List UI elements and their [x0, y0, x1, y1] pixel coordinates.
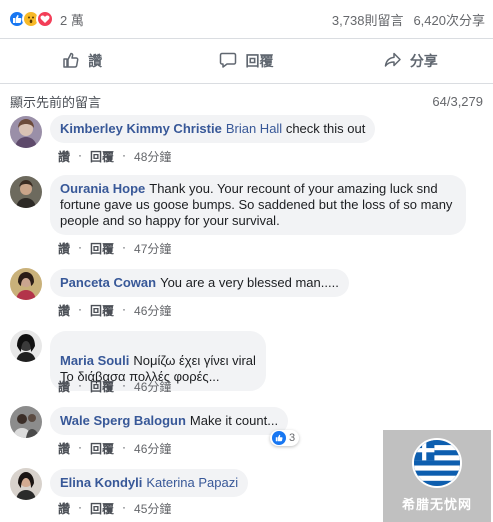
comment-button-label: 回覆 [245, 53, 274, 69]
comment-count[interactable]: 3,738則留言 [332, 10, 404, 29]
comment-like-link[interactable]: 讚 [58, 378, 70, 395]
like-icon [272, 431, 286, 445]
comment-author[interactable]: Maria Souli [60, 353, 129, 368]
separator: · [122, 302, 127, 316]
comment-reply-link[interactable]: 回覆 [90, 378, 114, 395]
comment-time[interactable]: 46分鐘 [134, 440, 171, 457]
comment-like-link[interactable]: 讚 [58, 148, 70, 165]
separator: · [122, 440, 127, 454]
comment-reply-link[interactable]: 回覆 [90, 148, 114, 165]
comment-text: check this out [282, 121, 366, 136]
comment-like-count[interactable]: 3 [270, 430, 300, 446]
comment-time[interactable]: 48分鐘 [134, 148, 171, 165]
separator: · [122, 240, 127, 254]
avatar[interactable] [10, 268, 42, 300]
comment-bubble: Panceta Cowan You are a very blessed man.… [50, 269, 349, 297]
separator: · [122, 500, 127, 514]
comment-like-link[interactable]: 讚 [58, 500, 70, 517]
comment: Kimberley Kimmy Christie Brian Hall check… [0, 114, 493, 174]
comment-button[interactable]: 回覆 [164, 39, 328, 83]
tagged-user[interactable]: Brian Hall [226, 121, 282, 136]
separator: · [78, 302, 83, 316]
reactions[interactable]: 2 萬 [8, 10, 84, 29]
comment: Ourania Hope Thank you. Your recount of y… [0, 174, 493, 264]
comment-bubble: Elina Kondyli Katerina Papazi [50, 469, 249, 497]
love-icon [36, 10, 54, 28]
separator: · [78, 240, 83, 254]
comment: Maria Souli Νομίζω έχει γίνει viral Το δι… [0, 330, 493, 396]
comment-meta: 讚 · 回覆 · 48分鐘 [58, 148, 171, 165]
comment-time[interactable]: 45分鐘 [134, 500, 171, 517]
comment-text: Make it count... [189, 413, 279, 428]
comment-reply-link[interactable]: 回覆 [90, 440, 114, 457]
comment-author[interactable]: Kimberley Kimmy Christie [60, 121, 222, 136]
comment-author[interactable]: Ourania Hope [60, 181, 145, 196]
like-button[interactable]: 讚 [0, 39, 164, 83]
comment-bubble: Ourania Hope Thank you. Your recount of y… [50, 175, 466, 235]
avatar[interactable] [10, 468, 42, 500]
comments-progress: 64/3,279 [432, 93, 483, 109]
reaction-count[interactable]: 2 萬 [60, 10, 84, 29]
greek-flag-icon [412, 438, 462, 488]
watermark-text: 希腊无忧网 [401, 498, 472, 513]
share-count[interactable]: 6,420次分享 [413, 10, 485, 29]
separator: · [122, 148, 127, 162]
tagged-user[interactable]: Katerina Papazi [146, 475, 238, 490]
comment-author[interactable]: Wale Sperg Balogun [60, 413, 186, 428]
comment-reply-link[interactable]: 回覆 [90, 500, 114, 517]
watermark: 希腊无忧网 [383, 430, 491, 522]
comment-time[interactable]: 47分鐘 [134, 240, 171, 257]
share-arrow-icon [384, 51, 402, 72]
comment-meta: 讚 · 回覆 · 46分鐘 [58, 378, 171, 395]
like-button-label: 讚 [88, 53, 103, 69]
comment-like-link[interactable]: 讚 [58, 302, 70, 319]
avatar[interactable] [10, 176, 42, 208]
action-bar: 讚 回覆 分享 [0, 38, 493, 84]
comment-reply-link[interactable]: 回覆 [90, 302, 114, 319]
reaction-summary: 2 萬 3,738則留言 6,420次分享 [0, 0, 493, 38]
comment-reply-link[interactable]: 回覆 [90, 240, 114, 257]
comment-author[interactable]: Elina Kondyli [60, 475, 142, 490]
comment-author[interactable]: Panceta Cowan [60, 275, 156, 290]
comment-meta: 讚 · 回覆 · 46分鐘 [58, 302, 171, 319]
comment-bubble: Wale Sperg Balogun Make it count... [50, 407, 289, 435]
avatar[interactable] [10, 406, 42, 438]
comment-time[interactable]: 46分鐘 [134, 378, 171, 395]
separator: · [78, 500, 83, 514]
separator: · [78, 148, 83, 162]
comment-bubble: Kimberley Kimmy Christie Brian Hall check… [50, 115, 376, 143]
comment-text: You are a very blessed man..... [160, 275, 339, 290]
comment-meta: 讚 · 回覆 · 47分鐘 [58, 240, 171, 257]
comment-time[interactable]: 46分鐘 [134, 302, 171, 319]
comment-like-link[interactable]: 讚 [58, 240, 70, 257]
share-button-label: 分享 [409, 53, 438, 69]
comment-meta: 讚 · 回覆 · 45分鐘 [58, 500, 171, 517]
separator: · [78, 378, 83, 392]
comment-like-link[interactable]: 讚 [58, 440, 70, 457]
separator: · [78, 440, 83, 454]
share-button[interactable]: 分享 [329, 39, 493, 83]
avatar[interactable] [10, 330, 42, 362]
comment: Panceta Cowan You are a very blessed man.… [0, 268, 493, 326]
thumbs-up-icon [62, 51, 80, 72]
separator: · [122, 378, 127, 392]
comment-bubble-icon [219, 51, 237, 72]
show-previous-comments-link[interactable]: 顯示先前的留言 [10, 92, 101, 111]
comment-meta: 讚 · 回覆 · 46分鐘 [58, 440, 171, 457]
avatar[interactable] [10, 116, 42, 148]
previous-comments-row: 顯示先前的留言 64/3,279 [0, 88, 493, 114]
comment-like-number: 3 [289, 432, 296, 444]
